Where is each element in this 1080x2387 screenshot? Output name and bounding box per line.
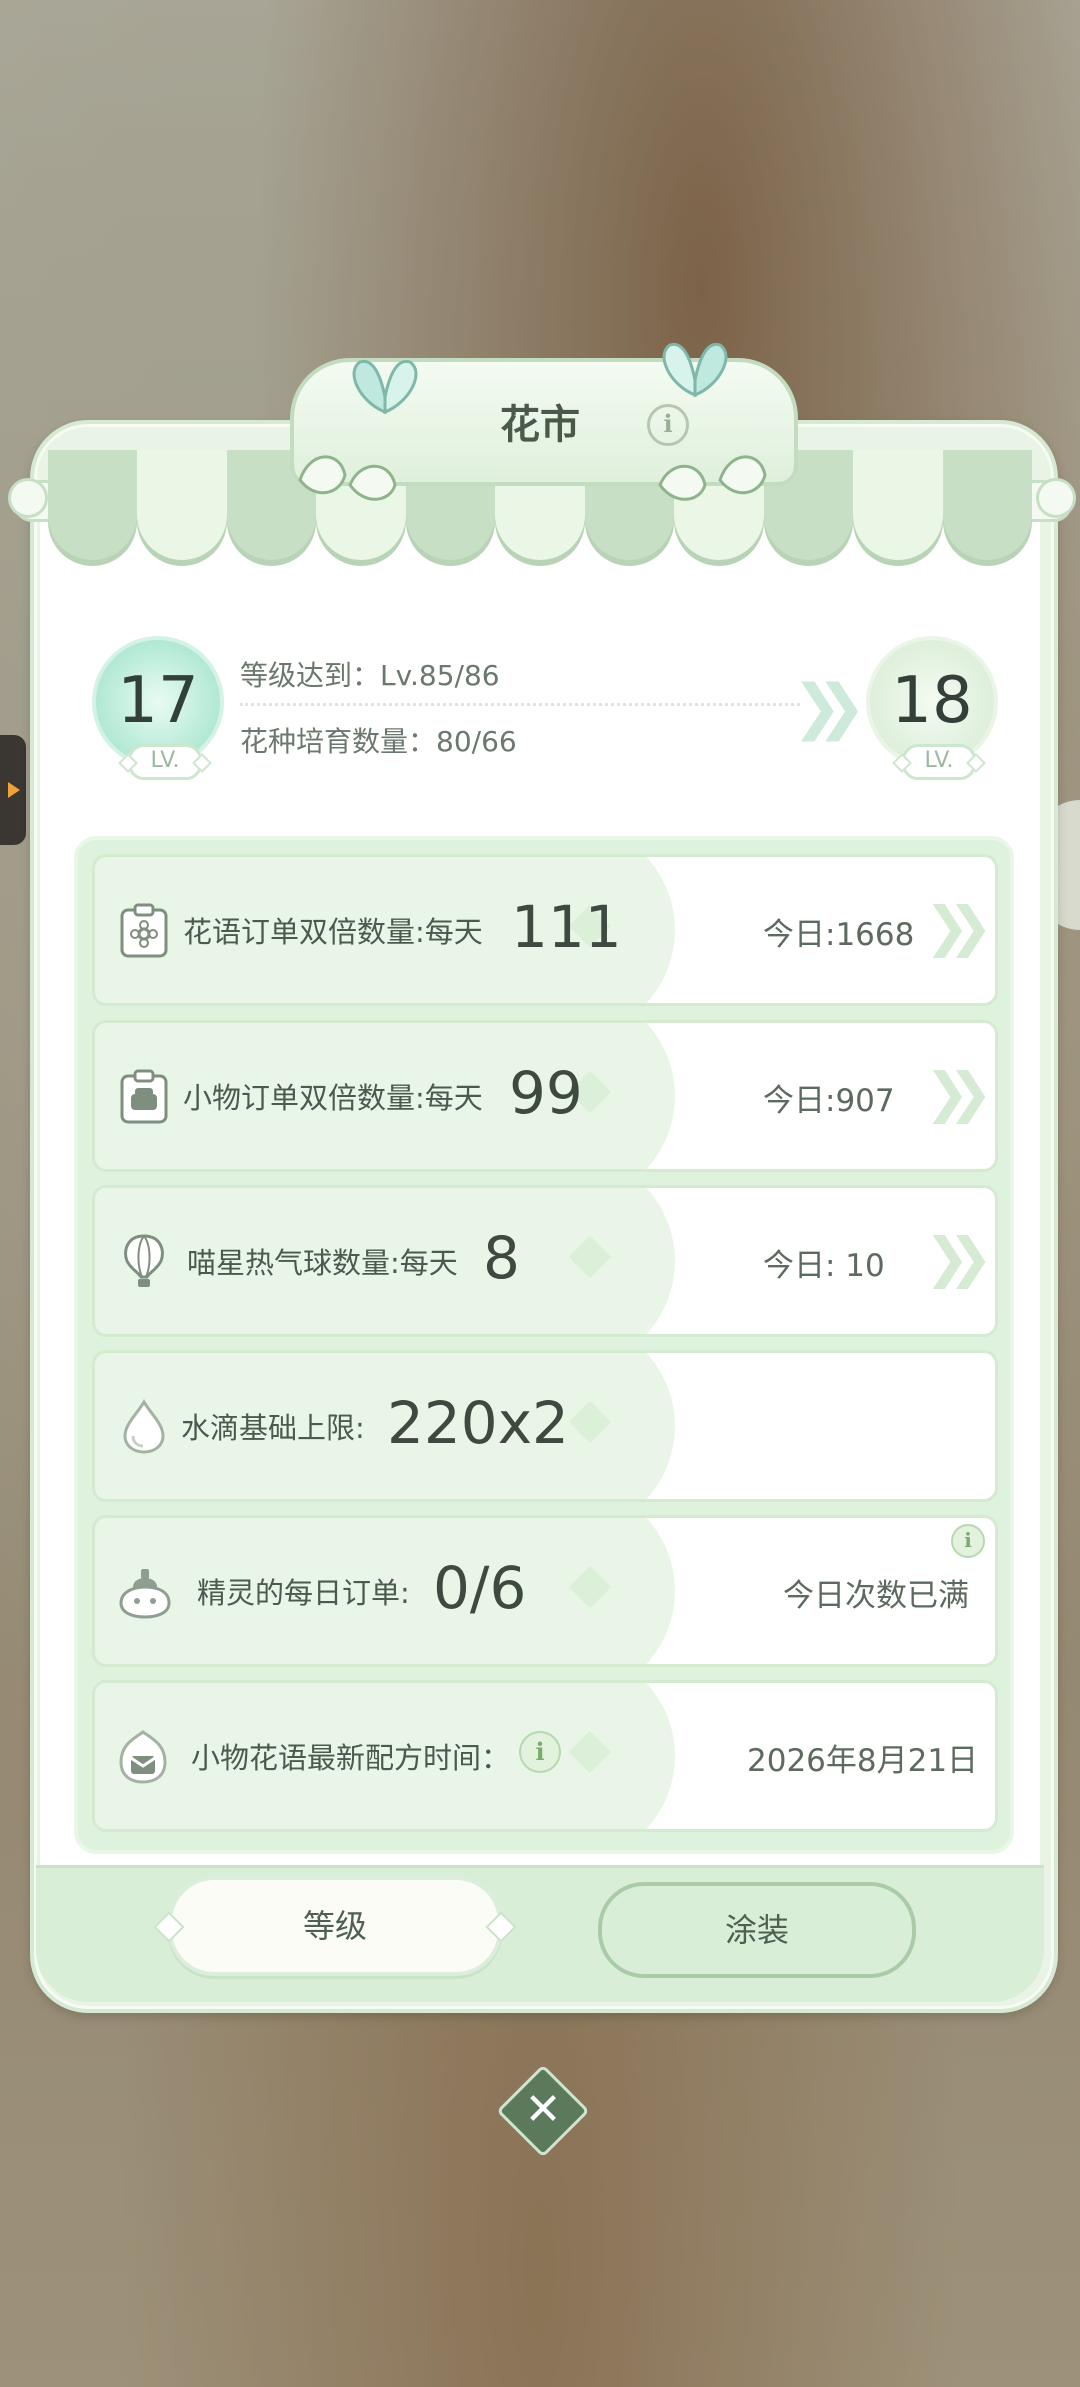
level-divider — [240, 703, 800, 706]
flower-order-icon — [120, 903, 168, 958]
level-requirement: 等级达到：Lv.85/86 — [240, 659, 500, 692]
list-item: i 精灵的每日订单: 0/6 今日次数已满 — [92, 1515, 998, 1667]
row-status: 今日次数已满 — [783, 1578, 969, 1614]
row-label: 喵星热气球数量:每天 — [187, 1246, 458, 1280]
info-icon[interactable]: i — [951, 1524, 985, 1558]
side-menu-tab[interactable] — [0, 735, 26, 845]
list-item: 小物花语最新配方时间： i 2026年8月21日 — [92, 1680, 998, 1832]
next-level-badge: 18 LV. — [866, 636, 998, 780]
balloon-icon — [124, 1234, 164, 1287]
level-tag: LV. — [902, 744, 976, 780]
chevron-right-icon: ❯❯ — [924, 1226, 993, 1289]
spirit-icon — [119, 1569, 171, 1619]
list-item[interactable]: 小物订单双倍数量:每天 99 今日:907 ❯❯ — [92, 1020, 998, 1172]
chevron-right-icon: ❯❯ — [924, 895, 993, 958]
item-order-icon — [120, 1069, 168, 1124]
info-icon[interactable]: i — [519, 1731, 561, 1773]
awning-end-right — [1036, 478, 1076, 518]
row-today: 今日:907 — [763, 1083, 895, 1119]
row-today: 今日: 10 — [763, 1248, 885, 1284]
list-item[interactable]: 花语订单双倍数量:每天 111 今日:1668 ❯❯ — [92, 854, 998, 1006]
row-value: 111 — [511, 893, 622, 961]
ivy-leaf-icon — [658, 455, 767, 501]
row-today: 今日:1668 — [763, 917, 915, 953]
double-arrow-icon: ❯❯ — [792, 672, 866, 742]
row-value: 220x2 — [387, 1389, 569, 1457]
current-level-number: 17 — [117, 664, 199, 738]
row-value: 8 — [483, 1224, 520, 1292]
butterfly-icon — [352, 359, 418, 415]
row-label: 水滴基础上限: — [181, 1411, 365, 1445]
list-item[interactable]: 喵星热气球数量:每天 8 今日: 10 ❯❯ — [92, 1185, 998, 1337]
row-label: 精灵的每日订单: — [197, 1576, 410, 1610]
close-icon: ✕ — [524, 2084, 562, 2135]
level-button[interactable]: 等级 — [168, 1876, 502, 1976]
row-label: 花语订单双倍数量:每天 — [183, 915, 483, 949]
row-date: 2026年8月21日 — [747, 1743, 979, 1779]
list-item: 水滴基础上限: 220x2 — [92, 1350, 998, 1502]
butterfly-icon — [662, 342, 728, 398]
row-label: 小物订单双倍数量:每天 — [183, 1081, 483, 1115]
skin-button[interactable]: 涂装 — [598, 1882, 916, 1978]
chevron-right-icon: ❯❯ — [924, 1061, 993, 1124]
recipe-icon — [119, 1730, 167, 1784]
seed-requirement: 花种培育数量：80/66 — [240, 725, 517, 758]
next-level-number: 18 — [891, 664, 973, 738]
water-drop-icon — [123, 1399, 165, 1454]
current-level-badge: 17 LV. — [92, 636, 224, 780]
row-value: 99 — [509, 1059, 583, 1127]
row-value: 0/6 — [433, 1554, 527, 1622]
panel-title: 花市 — [500, 402, 580, 448]
level-tag: LV. — [128, 744, 202, 780]
awning-end-left — [8, 478, 48, 518]
row-label: 小物花语最新配方时间： — [191, 1741, 511, 1775]
ivy-leaf-icon — [298, 455, 397, 501]
info-icon[interactable]: i — [647, 404, 689, 446]
